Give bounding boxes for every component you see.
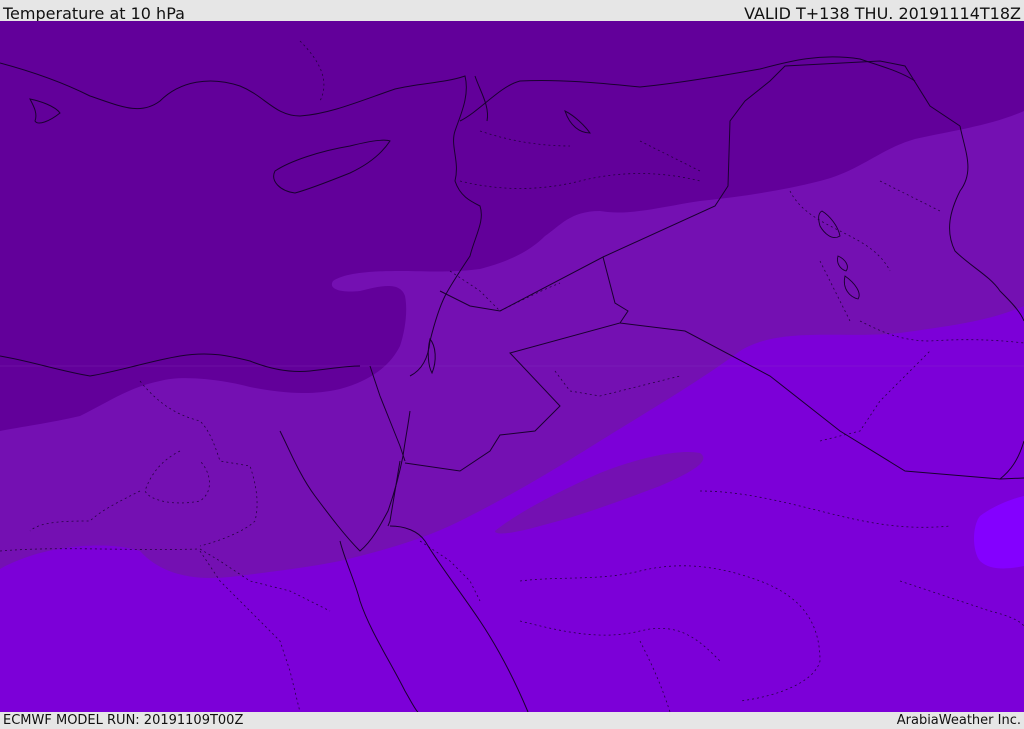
model-run: ECMWF MODEL RUN: 20191109T00Z bbox=[3, 713, 244, 728]
temperature-map bbox=[0, 21, 1024, 712]
credit-label: ArabiaWeather Inc. bbox=[896, 713, 1021, 728]
footer-bar: ECMWF MODEL RUN: 20191109T00Z ArabiaWeat… bbox=[0, 712, 1024, 729]
header-bar: Temperature at 10 hPa VALID T+138 THU. 2… bbox=[0, 0, 1024, 23]
